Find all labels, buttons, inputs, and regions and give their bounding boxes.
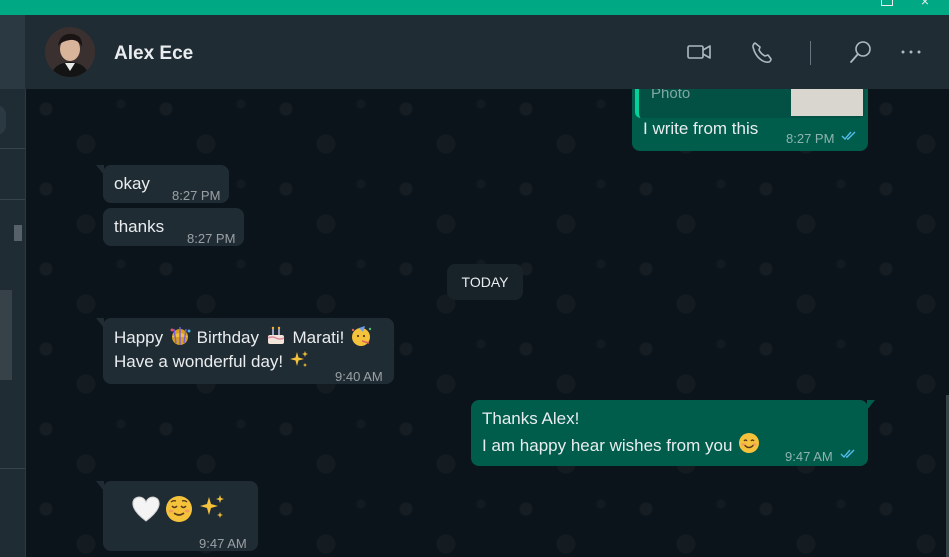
date-separator: TODAY: [447, 264, 523, 300]
message-time: 9:47 AM: [785, 449, 833, 464]
bubble-tail: [96, 318, 104, 328]
message-text: I write from this: [643, 119, 759, 138]
attachment-thumbnail: [791, 89, 863, 116]
smiling-face-emoji-icon: [739, 433, 760, 453]
attachment-label: Photo: [651, 89, 691, 102]
message-time: 8:27 PM: [187, 231, 236, 246]
voice-call-icon[interactable]: [748, 38, 776, 66]
search-icon[interactable]: [847, 38, 875, 66]
message-bubble-outgoing[interactable]: Thanks Alex! I am happy hear wishes from…: [471, 400, 875, 466]
close-window-icon[interactable]: ×: [921, 0, 929, 8]
white-heart-emoji-icon: [132, 496, 160, 522]
restore-window-icon[interactable]: [881, 0, 893, 6]
message-bubble-incoming[interactable]: Happy Birthday Marati! Have a wonderful …: [96, 318, 394, 384]
message-word: Marati!: [292, 328, 345, 347]
sparkles-emoji-icon: [200, 495, 224, 518]
message-text-line-1: Happy Birthday Marati!: [114, 325, 373, 350]
avatar[interactable]: [45, 27, 95, 77]
birthday-cake-emoji-icon: [267, 326, 285, 344]
message-text-line-2: Have a wonderful day!: [114, 349, 310, 374]
read-ticks-icon: [841, 131, 856, 141]
message-word: Happy: [114, 328, 164, 347]
message-text-line-1: Thanks Alex!: [482, 409, 580, 428]
confetti-ball-emoji-icon: [170, 327, 191, 345]
message-pane: Photo I write from this 8:27 PM okay 8:2…: [26, 89, 946, 557]
message-bubble-incoming[interactable]: thanks 8:27 PM: [103, 208, 244, 246]
bubble-tail: [96, 481, 104, 491]
divider: [0, 468, 25, 469]
message-bubble-incoming[interactable]: okay 8:27 PM: [96, 165, 229, 203]
message-bubble-outgoing[interactable]: Photo I write from this 8:27 PM: [632, 89, 868, 151]
bubble-tail: [867, 400, 875, 410]
message-text: I am happy hear wishes from you: [482, 436, 733, 455]
message-time: 8:27 PM: [786, 131, 835, 146]
message-time: 8:27 PM: [172, 188, 221, 203]
message-word: Birthday: [196, 328, 259, 347]
title-bar: ×: [0, 0, 949, 15]
chat-list-search[interactable]: [0, 105, 6, 135]
partying-face-emoji-icon: [351, 326, 372, 346]
message-bubble-incoming[interactable]: 9:47 AM: [96, 481, 258, 551]
video-call-icon[interactable]: [685, 38, 713, 66]
chat-list-scrollbar-thumb[interactable]: [14, 225, 22, 241]
read-ticks-icon: [840, 449, 855, 459]
message-time: 9:47 AM: [199, 536, 247, 551]
chat-list-item-selected[interactable]: [0, 290, 12, 380]
bubble-tail: [96, 165, 104, 175]
relieved-face-emoji-icon: [166, 496, 192, 522]
message-text: thanks: [114, 217, 165, 236]
message-time: 9:40 AM: [335, 369, 383, 384]
menu-icon[interactable]: [897, 38, 925, 66]
divider: [0, 199, 25, 200]
sparkles-emoji-icon: [289, 351, 308, 367]
chat-list-pane: [0, 15, 26, 557]
chat-list-header: [0, 15, 25, 89]
conversation-header: Alex Ece: [25, 15, 949, 89]
message-text: okay: [114, 174, 150, 193]
message-text: Have a wonderful day!: [114, 352, 284, 371]
quoted-attachment[interactable]: Photo: [635, 89, 865, 118]
contact-name[interactable]: Alex Ece: [114, 43, 193, 65]
avatar-image: [45, 27, 95, 77]
divider: [0, 148, 25, 149]
header-divider: [810, 41, 811, 65]
message-text-line-2: I am happy hear wishes from you: [482, 431, 761, 458]
